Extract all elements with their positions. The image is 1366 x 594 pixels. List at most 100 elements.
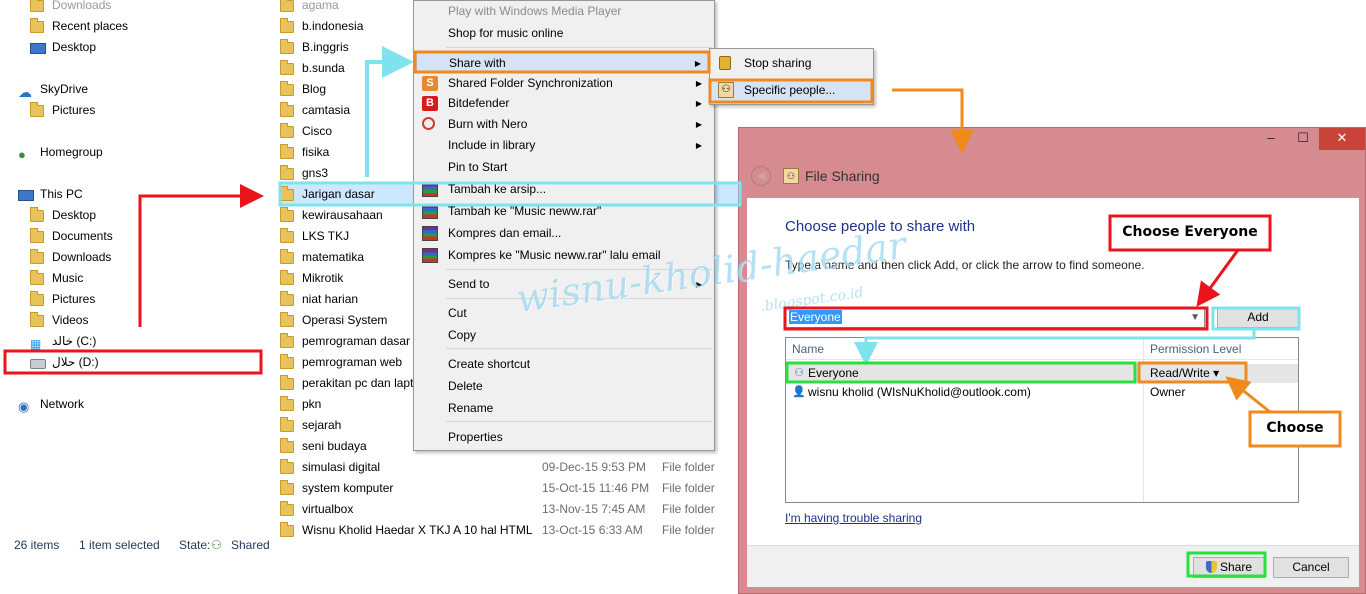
- folder-icon: [30, 312, 44, 327]
- people-input-value: Everyone: [789, 310, 842, 324]
- drive-icon: [30, 359, 46, 369]
- stop-sharing-item[interactable]: Stop sharing: [712, 52, 871, 76]
- menu-item-rename[interactable]: Rename: [416, 398, 712, 419]
- close-button[interactable]: ✕: [1319, 128, 1365, 150]
- folder-icon: [280, 143, 294, 159]
- specific-people-item[interactable]: ⚇ Specific people...: [712, 79, 871, 103]
- sharing-row-owner[interactable]: 👤 wisnu kholid (WIsNuKholid@outlook.com)…: [786, 383, 1298, 402]
- folder-icon: [30, 207, 44, 222]
- people-icon: ⚇: [718, 82, 734, 98]
- menu-item-create-shortcut[interactable]: Create shortcut: [416, 354, 712, 375]
- dialog-title-bar: ◀ ⚇ File Sharing: [751, 164, 880, 188]
- menu-item-share-with[interactable]: Share with ▶: [416, 52, 712, 73]
- file-sharing-icon: ⚇: [783, 168, 799, 184]
- skydrive-icon: ☁: [18, 84, 32, 100]
- file-type: File folder: [662, 481, 715, 495]
- nav-item-drive-d[interactable]: حلال (D:): [30, 352, 99, 372]
- nav-item-this-pc[interactable]: This PC: [18, 184, 83, 204]
- callout-choose-everyone: Choose Everyone: [1113, 224, 1267, 240]
- folder-icon: [280, 101, 294, 117]
- nav-item-music[interactable]: Music: [30, 268, 83, 288]
- file-type: File folder: [662, 460, 715, 474]
- nav-item-downloads-pc[interactable]: Downloads: [30, 247, 111, 267]
- chevron-down-icon[interactable]: ▼: [1190, 309, 1200, 326]
- share-button[interactable]: Share: [1193, 557, 1265, 578]
- folder-icon: [280, 185, 294, 201]
- windows-drive-icon: ▦: [30, 337, 42, 351]
- nav-item-recent-places[interactable]: Recent places: [30, 16, 128, 36]
- menu-item-pin-to-start[interactable]: Pin to Start: [416, 157, 712, 178]
- file-date: 15-Oct-15 11:46 PM: [542, 481, 650, 495]
- sharing-row-everyone[interactable]: ⚇ Everyone Read/Write ▾: [786, 364, 1298, 383]
- menu-item-delete[interactable]: Delete: [416, 376, 712, 397]
- menu-item-bitdefender[interactable]: B Bitdefender ▶: [416, 93, 712, 114]
- add-button[interactable]: Add: [1217, 307, 1299, 328]
- folder-icon: [280, 416, 294, 432]
- menu-item-play-with-windows-media-player[interactable]: Play with Windows Media Player: [416, 1, 712, 22]
- folder-icon: [280, 353, 294, 369]
- uac-shield-icon: [1205, 561, 1217, 573]
- chevron-right-icon: ▶: [695, 120, 702, 129]
- chevron-right-icon: ▶: [695, 99, 702, 108]
- column-permission[interactable]: Permission Level: [1150, 342, 1241, 356]
- menu-item-kompres-dan-email[interactable]: Kompres dan email...: [416, 223, 712, 244]
- permission-dropdown[interactable]: Read/Write ▾: [1150, 364, 1219, 383]
- column-name[interactable]: Name: [792, 342, 824, 356]
- menu-item-burn-with-nero[interactable]: Burn with Nero ▶: [416, 114, 712, 135]
- file-name: virtualbox: [302, 502, 354, 516]
- menu-item-properties[interactable]: Properties: [416, 427, 712, 448]
- folder-icon: [280, 479, 294, 495]
- maximize-button[interactable]: ☐: [1287, 128, 1319, 150]
- nav-item-desktop[interactable]: Desktop: [30, 37, 96, 57]
- menu-item-shop-for-music-online[interactable]: Shop for music online: [416, 23, 712, 44]
- chevron-right-icon: ▶: [695, 141, 702, 150]
- sync-icon: S: [422, 76, 438, 91]
- folder-icon: [30, 228, 44, 243]
- nav-item-videos[interactable]: Videos: [30, 310, 88, 330]
- permission-owner: Owner: [1150, 385, 1186, 399]
- people-combobox[interactable]: Everyone ▼: [785, 307, 1205, 328]
- callout-choose: Choose: [1253, 420, 1337, 436]
- network-icon: ◉: [18, 399, 30, 414]
- winrar-icon: [422, 226, 438, 241]
- nav-item-documents[interactable]: Documents: [30, 226, 113, 246]
- file-row[interactable]: simulasi digital 09-Dec-15 9:53 PM File fo…: [280, 457, 740, 478]
- nav-item-desktop-pc[interactable]: Desktop: [30, 205, 96, 225]
- cancel-button[interactable]: Cancel: [1273, 557, 1349, 578]
- file-row[interactable]: virtualbox 13-Nov-15 7:45 AM File folder: [280, 499, 740, 520]
- winrar-icon: [422, 248, 438, 263]
- nav-item-pictures[interactable]: Pictures: [30, 289, 95, 309]
- folder-icon: [280, 164, 294, 180]
- folder-icon: [280, 374, 294, 390]
- menu-item-tambah-ke-music-neww-rar[interactable]: Tambah ke "Music neww.rar": [416, 201, 712, 222]
- nav-item-downloads[interactable]: Downloads: [30, 0, 111, 15]
- menu-item-copy[interactable]: Copy: [416, 325, 712, 346]
- back-arrow-icon[interactable]: ◀: [751, 166, 771, 186]
- menu-item-include-in-library[interactable]: Include in library ▶: [416, 135, 712, 156]
- selection-count: 1 item selected: [79, 538, 160, 552]
- nav-item-drive-c[interactable]: ▦ خالد (C:): [30, 331, 96, 351]
- lock-icon: [719, 56, 731, 70]
- pc-icon: [18, 190, 34, 201]
- sharing-list: Name Permission Level ⚇ Everyone Read/Wr…: [785, 337, 1299, 503]
- menu-item-tambah-ke-arsip[interactable]: Tambah ke arsip...: [416, 179, 712, 200]
- nav-item-network[interactable]: ◉ Network: [18, 394, 84, 414]
- menu-item-shared-folder-synchronization[interactable]: S Shared Folder Synchronization ▶: [416, 73, 712, 94]
- homegroup-icon: ●: [18, 147, 26, 162]
- folder-icon: [30, 0, 44, 12]
- nav-item-homegroup[interactable]: ● Homegroup: [18, 142, 103, 162]
- state-value: Shared: [231, 538, 270, 552]
- trouble-sharing-link[interactable]: I'm having trouble sharing: [785, 511, 922, 525]
- minimize-button[interactable]: –: [1255, 128, 1287, 150]
- file-row[interactable]: system komputer 15-Oct-15 11:46 PM File fo…: [280, 478, 740, 499]
- nav-item-skydrive[interactable]: ☁ SkyDrive: [18, 79, 88, 100]
- nero-icon: [422, 117, 435, 130]
- dialog-title: File Sharing: [805, 168, 880, 184]
- folder-icon: [280, 500, 294, 516]
- nav-item-skydrive-pictures[interactable]: Pictures: [30, 100, 95, 120]
- folder-icon: [280, 269, 294, 285]
- file-type: File folder: [662, 502, 715, 516]
- file-name: system komputer: [302, 481, 394, 495]
- winrar-icon: [422, 182, 438, 197]
- desktop-icon: [30, 43, 46, 54]
